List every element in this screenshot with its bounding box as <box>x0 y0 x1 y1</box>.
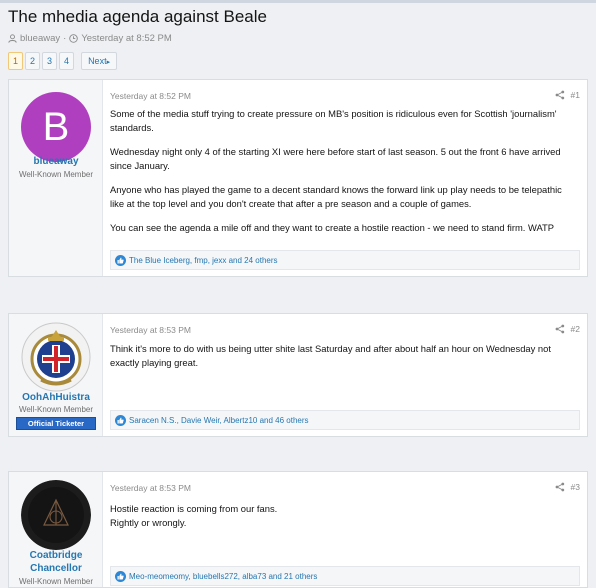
thread-meta: blueaway · Yesterday at 8:52 PM <box>8 33 172 44</box>
post-paragraph: Wednesday night only 4 of the starting X… <box>110 146 561 171</box>
page-2-button[interactable]: 2 <box>25 52 41 70</box>
like-icon <box>115 570 126 582</box>
share-icon[interactable] <box>555 324 565 334</box>
user-title: Well-Known Member <box>18 170 94 179</box>
reactions-text[interactable]: Meo-meomeomy, bluebells272, alba73 and 2… <box>129 572 317 581</box>
username-link[interactable]: Coatbridge Chancellor <box>9 549 103 575</box>
reactions-text[interactable]: The Blue Iceberg, fmp, jexx and 24 other… <box>129 256 278 265</box>
post-paragraph: Some of the media stuff trying to create… <box>110 108 557 133</box>
username-line: Coatbridge <box>29 550 83 561</box>
reactions-bar[interactable]: The Blue Iceberg, fmp, jexx and 24 other… <box>110 250 580 270</box>
post-body: Hostile reaction is coming from our fans… <box>110 502 577 530</box>
post-number-link[interactable]: #3 <box>571 482 580 492</box>
post-paragraph: Think it's more to do with us being utte… <box>110 343 551 368</box>
post-date-link[interactable]: Yesterday at 8:52 PM <box>110 91 191 101</box>
post-number-link[interactable]: #2 <box>571 324 580 334</box>
post-body: Some of the media stuff trying to create… <box>110 107 577 235</box>
post-2: OohAhHuistra Well-Known Member Official … <box>8 313 588 437</box>
next-label: Next <box>88 56 107 66</box>
meta-separator: · <box>63 33 67 44</box>
avatar[interactable] <box>21 480 91 550</box>
user-title: Well-Known Member <box>18 577 94 586</box>
page-3-button[interactable]: 3 <box>42 52 58 70</box>
post-2-user-column: OohAhHuistra Well-Known Member Official … <box>9 314 103 436</box>
like-icon <box>115 414 126 426</box>
post-paragraph: Anyone who has played the game to a dece… <box>110 184 562 209</box>
post-actions: #1 <box>555 90 580 100</box>
post-1-user-column: B blueaway Well-Known Member <box>9 80 103 276</box>
post-actions: #3 <box>555 482 580 492</box>
post-date-link[interactable]: Yesterday at 8:53 PM <box>110 325 191 335</box>
post-body: Think it's more to do with us being utte… <box>110 342 577 370</box>
page-1-button[interactable]: 1 <box>8 52 24 70</box>
post-paragraph: Rightly or wrongly. <box>110 517 187 528</box>
chevron-right-icon: ▸ <box>106 59 111 66</box>
post-3-user-column: Coatbridge Chancellor Well-Known Member <box>9 472 103 587</box>
user-banner: Official Ticketer <box>16 417 96 430</box>
user-title: Well-Known Member <box>18 405 94 414</box>
reactions-bar[interactable]: Meo-meomeomy, bluebells272, alba73 and 2… <box>110 566 580 586</box>
post-1: B blueaway Well-Known Member Yesterday a… <box>8 79 588 277</box>
pagination: 1 2 3 4 Next▸ <box>8 52 118 70</box>
avatar[interactable] <box>21 322 91 392</box>
post-date-link[interactable]: Yesterday at 8:53 PM <box>110 483 191 493</box>
reactions-text[interactable]: Saracen N.S., Davie Weir, Albertz10 and … <box>129 416 309 425</box>
avatar[interactable]: B <box>21 92 91 162</box>
page-4-button[interactable]: 4 <box>59 52 75 70</box>
post-actions: #2 <box>555 324 580 334</box>
post-3: Coatbridge Chancellor Well-Known Member … <box>8 471 588 588</box>
post-paragraph: You can see the agenda a mile off and th… <box>110 222 555 233</box>
username-line: Chancellor <box>30 563 82 574</box>
next-page-button[interactable]: Next▸ <box>81 52 118 70</box>
user-icon <box>8 34 17 43</box>
post-number-link[interactable]: #1 <box>571 90 580 100</box>
thread-time-link[interactable]: Yesterday at 8:52 PM <box>81 33 171 44</box>
top-border <box>0 0 596 3</box>
thread-author-link[interactable]: blueaway <box>20 33 60 44</box>
share-icon[interactable] <box>555 482 565 492</box>
username-link[interactable]: OohAhHuistra <box>9 391 103 404</box>
share-icon[interactable] <box>555 90 565 100</box>
reactions-bar[interactable]: Saracen N.S., Davie Weir, Albertz10 and … <box>110 410 580 430</box>
clock-icon <box>69 34 79 43</box>
like-icon <box>115 254 126 266</box>
thread-title: The mhedia agenda against Beale <box>8 7 267 26</box>
username-link[interactable]: blueaway <box>9 155 103 168</box>
post-paragraph: Hostile reaction is coming from our fans… <box>110 503 278 514</box>
